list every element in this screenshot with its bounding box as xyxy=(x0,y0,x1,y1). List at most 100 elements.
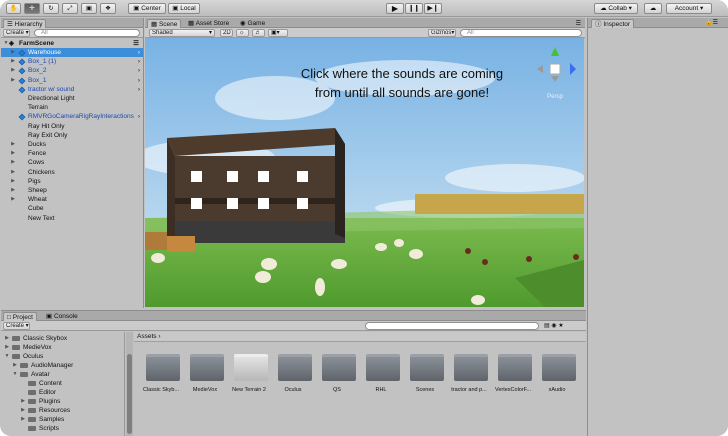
expand-arrow-icon[interactable]: ▶ xyxy=(10,195,16,204)
hierarchy-item[interactable]: Directional Light xyxy=(1,94,143,103)
hierarchy-item[interactable]: New Text xyxy=(1,214,143,223)
pivot-center-button[interactable]: ▣ Center xyxy=(128,3,166,14)
expand-arrow-icon[interactable]: ▶ xyxy=(10,177,16,186)
expand-arrow-icon[interactable]: ▶ xyxy=(10,140,16,149)
asset-item[interactable]: Scenes xyxy=(403,354,447,394)
hierarchy-item[interactable]: ▶ Ducks xyxy=(1,140,143,149)
expand-arrow-icon[interactable]: ▶ xyxy=(20,397,26,406)
cloud-button[interactable]: ☁ xyxy=(644,3,662,14)
project-tree-item[interactable]: ▶ Plugins xyxy=(20,397,122,406)
filter-icons[interactable]: ▤ ◉ ★ xyxy=(544,322,564,329)
tab-console[interactable]: ▣ Console xyxy=(43,312,81,321)
rect-tool-button[interactable]: ▣ xyxy=(81,3,97,14)
hierarchy-item[interactable]: ▶ Wheat xyxy=(1,195,143,204)
project-tree-item[interactable]: ▶ Samples xyxy=(20,415,122,424)
expand-arrow-icon[interactable]: ▶ xyxy=(12,361,18,370)
hierarchy-item[interactable]: ▶ Box_2 › xyxy=(1,66,143,75)
project-tree-item[interactable]: ▶ MedieVox xyxy=(4,343,122,352)
scene-menu-icon[interactable]: ☰ xyxy=(133,39,139,48)
expand-arrow-icon[interactable]: ▶ xyxy=(10,48,16,57)
tab-project[interactable]: □ Project xyxy=(3,312,37,321)
expand-arrow-icon[interactable]: ▶ xyxy=(10,57,16,66)
move-tool-button[interactable]: ✛ xyxy=(24,3,40,14)
expand-arrow-icon[interactable]: ▶ xyxy=(20,415,26,424)
tree-scrollbar[interactable] xyxy=(126,332,133,436)
project-tree-item[interactable]: ▶ Resources xyxy=(20,406,122,415)
tab-hierarchy[interactable]: ☰ Hierarchy xyxy=(3,19,47,28)
scene-search-input[interactable]: All xyxy=(460,29,582,37)
asset-item[interactable]: QS xyxy=(315,354,359,394)
hierarchy-item[interactable]: Ray Exit Only xyxy=(1,131,143,140)
audio-toggle[interactable]: ♬ xyxy=(252,29,265,37)
expand-arrow-icon[interactable]: ▼ xyxy=(4,352,10,361)
gizmos-dropdown[interactable]: Gizmos▾ xyxy=(428,29,456,37)
prefab-open-icon[interactable]: › xyxy=(138,48,140,57)
hierarchy-item[interactable]: ▶ Cows xyxy=(1,158,143,167)
hierarchy-item[interactable]: RMVRGoCameraRigRayInteractions › xyxy=(1,112,143,121)
project-tree-item[interactable]: ▶ AudioManager xyxy=(12,361,122,370)
project-tree-item[interactable]: ▼ Avatar xyxy=(12,370,122,379)
hierarchy-item[interactable]: ▶ Fence xyxy=(1,149,143,158)
hierarchy-item[interactable]: ▶ Box_1 (1) › xyxy=(1,57,143,66)
expand-arrow-icon[interactable]: ▶ xyxy=(4,334,10,343)
account-dropdown[interactable]: Account ▾ xyxy=(666,3,712,14)
hierarchy-item[interactable]: ▶ Chickens xyxy=(1,168,143,177)
play-button[interactable]: ▶ xyxy=(386,3,404,14)
hierarchy-item[interactable]: ▶ Box_1 › xyxy=(1,76,143,85)
transform-tool-button[interactable]: ❖ xyxy=(100,3,116,14)
rotate-tool-button[interactable]: ↻ xyxy=(43,3,59,14)
project-tree-item[interactable]: Scripts xyxy=(20,424,122,433)
pause-button[interactable]: ❙❙ xyxy=(405,3,423,14)
tree-scrollbar-thumb[interactable] xyxy=(127,354,132,434)
expand-arrow-icon[interactable]: ▶ xyxy=(10,66,16,75)
hierarchy-item[interactable]: Cube xyxy=(1,204,143,213)
expand-arrow-icon[interactable]: ▶ xyxy=(10,149,16,158)
tab-asset-store[interactable]: ▦ Asset Store xyxy=(185,19,232,28)
hand-tool-button[interactable]: ✋ xyxy=(6,3,21,14)
expand-arrow-icon[interactable]: ▶ xyxy=(10,158,16,167)
prefab-open-icon[interactable]: › xyxy=(138,66,140,75)
scene-root-row[interactable]: ▼ ◈ FarmScene ☰ xyxy=(1,39,143,48)
2d-toggle[interactable]: 2D xyxy=(220,29,233,37)
expand-arrow-icon[interactable]: ▶ xyxy=(10,76,16,85)
step-button[interactable]: ▶❙ xyxy=(424,3,442,14)
asset-item[interactable]: RHL xyxy=(359,354,403,394)
asset-item[interactable]: Classic Skyb... xyxy=(139,354,183,394)
project-tree-item[interactable]: Content xyxy=(20,379,122,388)
project-tree-item[interactable]: Editor xyxy=(20,388,122,397)
hierarchy-item[interactable]: ▶ Pigs xyxy=(1,177,143,186)
asset-item[interactable]: xAudio xyxy=(535,354,579,394)
asset-item[interactable]: New Terrain 2 xyxy=(227,354,271,394)
hierarchy-search-input[interactable]: All xyxy=(34,29,140,37)
hierarchy-create-button[interactable]: Create ▾ xyxy=(3,29,30,37)
effects-dropdown[interactable]: ▣▾ xyxy=(268,29,288,37)
asset-item[interactable]: MedieVox xyxy=(183,354,227,394)
expand-arrow-icon[interactable]: ▼ xyxy=(12,370,18,379)
project-tree-item[interactable]: ▶ Classic Skybox xyxy=(4,334,122,343)
panel-menu-icon[interactable]: ☰ xyxy=(576,20,581,27)
expand-arrow-icon[interactable]: ▶ xyxy=(10,186,16,195)
expand-arrow-icon[interactable]: ▶ xyxy=(20,406,26,415)
hierarchy-item[interactable]: Ray Hit Only xyxy=(1,122,143,131)
tab-scene[interactable]: ▦ Scene xyxy=(147,19,182,28)
hierarchy-item[interactable]: ▶ Sheep xyxy=(1,186,143,195)
pivot-local-button[interactable]: ▣ Local xyxy=(168,3,200,14)
hierarchy-item[interactable]: ▶ Warehouse › xyxy=(1,48,143,57)
scale-tool-button[interactable]: ⤢ xyxy=(62,3,78,14)
project-search-input[interactable] xyxy=(365,322,539,330)
project-tree-item[interactable]: ▼ Oculus xyxy=(4,352,122,361)
scene-viewport[interactable]: Click where the sounds are coming from u… xyxy=(145,38,584,307)
asset-item[interactable]: VertexColorF... xyxy=(491,354,535,394)
expand-arrow-icon[interactable]: ▶ xyxy=(4,343,10,352)
tab-inspector[interactable]: ⓘ Inspector xyxy=(591,19,635,28)
prefab-open-icon[interactable]: › xyxy=(138,57,140,66)
lighting-toggle[interactable]: ☼ xyxy=(236,29,249,37)
hierarchy-item[interactable]: Terrain xyxy=(1,103,143,112)
prefab-open-icon[interactable]: › xyxy=(138,76,140,85)
tab-game[interactable]: ◉ Game xyxy=(237,19,268,28)
prefab-open-icon[interactable]: › xyxy=(138,112,140,121)
asset-item[interactable]: tractor and p... xyxy=(447,354,491,394)
shading-mode-dropdown[interactable]: Shaded ▾ xyxy=(149,29,215,37)
hierarchy-item[interactable]: tractor w/ sound › xyxy=(1,85,143,94)
prefab-open-icon[interactable]: › xyxy=(138,85,140,94)
